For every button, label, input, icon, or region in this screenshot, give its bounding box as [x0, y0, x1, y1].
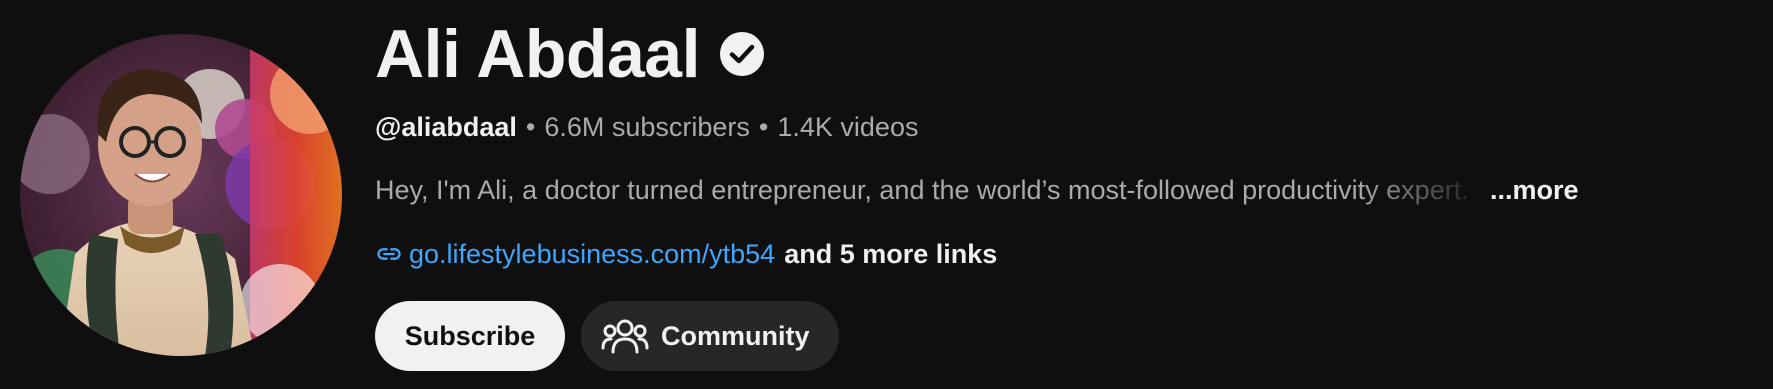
channel-meta: @aliabdaal • 6.6M subscribers • 1.4K videos	[375, 109, 918, 145]
more-links-button[interactable]: and 5 more links	[784, 236, 997, 272]
separator-dot: •	[525, 112, 536, 142]
subscribe-label: Subscribe	[404, 320, 536, 351]
people-icon	[601, 319, 649, 354]
channel-avatar[interactable]	[20, 34, 342, 356]
channel-links: go.lifestylebusiness.com/ytb54 and 5 mor…	[375, 236, 997, 272]
channel-handle: @aliabdaal	[375, 112, 517, 142]
community-label: Community	[661, 320, 810, 351]
verified-check-icon	[719, 32, 764, 76]
description-more-button[interactable]: ...more	[1490, 172, 1579, 208]
subscribe-button[interactable]: Subscribe	[375, 301, 565, 371]
channel-description[interactable]: Hey, I'm Ali, a doctor turned entreprene…	[375, 172, 1605, 208]
channel-actions: Subscribe Community	[375, 301, 839, 371]
channel-link[interactable]: go.lifestylebusiness.com/ytb54	[409, 236, 775, 272]
community-button[interactable]: Community	[581, 301, 839, 371]
separator-dot: •	[758, 112, 769, 142]
link-icon	[377, 248, 401, 260]
channel-name: Ali Abdaal	[375, 16, 700, 92]
avatar-photo	[20, 34, 342, 356]
video-count: 1.4K videos	[777, 112, 919, 142]
title-row: Ali Abdaal	[375, 14, 766, 94]
subscriber-count: 6.6M subscribers	[544, 112, 750, 142]
description-text: Hey, I'm Ali, a doctor turned entreprene…	[375, 175, 1469, 205]
channel-info: Ali Abdaal @aliabdaal • 6.6M subscribers • 1…	[375, 0, 1755, 389]
